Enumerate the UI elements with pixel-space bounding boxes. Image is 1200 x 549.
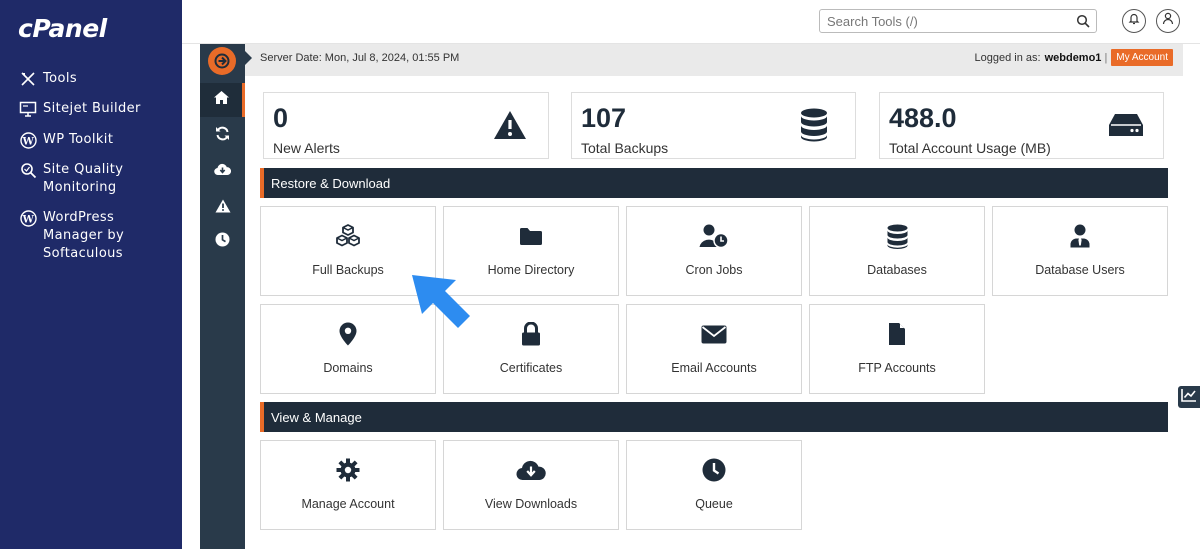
sidebar-item-label: WordPress Manager by Softaculous bbox=[43, 210, 125, 261]
folder-icon bbox=[519, 222, 543, 250]
tile-manage-account[interactable]: Manage Account bbox=[260, 440, 436, 530]
home-icon bbox=[213, 90, 230, 110]
navigation-rail bbox=[200, 44, 245, 549]
gear-icon bbox=[336, 456, 360, 484]
user-menu-button[interactable] bbox=[1156, 9, 1180, 33]
database-icon bbox=[887, 222, 908, 250]
sidebar-item-wp-toolkit[interactable]: W WP Toolkit bbox=[18, 131, 173, 149]
main-sidebar: cPanel Tools Sitejet Builder W WP Toolki… bbox=[0, 0, 182, 549]
logged-in-label: Logged in as: bbox=[974, 51, 1041, 64]
tile-label: Database Users bbox=[1035, 263, 1125, 277]
stat-value: 107 bbox=[581, 103, 627, 133]
rail-alerts[interactable] bbox=[200, 191, 245, 225]
database-icon bbox=[796, 107, 832, 143]
tile-label: Databases bbox=[867, 263, 927, 277]
sidebar-item-label: Sitejet Builder bbox=[43, 101, 141, 116]
sidebar-item-wordpress-manager[interactable]: W WordPress Manager by Softaculous bbox=[18, 209, 178, 263]
tile-cron-jobs[interactable]: Cron Jobs bbox=[626, 206, 802, 296]
sync-icon bbox=[215, 126, 230, 146]
stat-card-alerts[interactable]: 0 New Alerts bbox=[263, 92, 549, 159]
search-box[interactable] bbox=[819, 9, 1097, 33]
warning-icon bbox=[215, 199, 231, 218]
search-icon[interactable] bbox=[1070, 10, 1096, 32]
tile-view-downloads[interactable]: View Downloads bbox=[443, 440, 619, 530]
svg-text:W: W bbox=[21, 214, 34, 225]
tile-label: Queue bbox=[695, 497, 733, 511]
envelope-icon bbox=[701, 320, 727, 348]
notifications-button[interactable] bbox=[1122, 9, 1146, 33]
tile-ftp-accounts[interactable]: FTP Accounts bbox=[809, 304, 985, 394]
rail-pointer bbox=[245, 51, 252, 65]
sidebar-item-label: WP Toolkit bbox=[43, 132, 114, 147]
tools-icon bbox=[18, 70, 38, 88]
hard-drive-icon bbox=[1106, 107, 1146, 143]
tile-database-users[interactable]: Database Users bbox=[992, 206, 1168, 296]
rail-sync[interactable] bbox=[200, 119, 245, 153]
logged-in-info: Logged in as: webdemo1 | My Account bbox=[975, 49, 1173, 66]
user-clock-icon bbox=[699, 222, 729, 250]
wordpress-icon: W bbox=[18, 131, 38, 149]
rail-queue[interactable] bbox=[200, 225, 245, 259]
wordpress-icon: W bbox=[18, 209, 38, 227]
section-header-manage: View & Manage bbox=[260, 402, 1168, 432]
tile-databases[interactable]: Databases bbox=[809, 206, 985, 296]
sidebar-item-label: Site Quality Monitoring bbox=[43, 162, 124, 195]
stat-label: Total Backups bbox=[581, 140, 669, 156]
clock-icon bbox=[215, 232, 230, 252]
tile-label: Full Backups bbox=[312, 263, 384, 277]
sidebar-item-sitejet-builder[interactable]: Sitejet Builder bbox=[18, 100, 173, 118]
info-bar: Server Date: Mon, Jul 8, 2024, 01:55 PM … bbox=[245, 44, 1183, 76]
cloud-download-icon bbox=[214, 163, 232, 181]
rail-home[interactable] bbox=[200, 83, 245, 117]
username: webdemo1 bbox=[1044, 51, 1102, 64]
svg-text:W: W bbox=[21, 136, 34, 147]
tile-label: Cron Jobs bbox=[685, 263, 743, 277]
stat-card-usage[interactable]: 488.0 Total Account Usage (MB) bbox=[879, 92, 1164, 159]
my-account-button[interactable]: My Account bbox=[1111, 49, 1173, 66]
search-input[interactable] bbox=[820, 10, 1070, 32]
sidebar-item-site-quality-monitoring[interactable]: Site Quality Monitoring bbox=[18, 161, 173, 197]
magnifier-icon bbox=[18, 161, 38, 179]
map-marker-icon bbox=[339, 320, 357, 348]
rail-download[interactable] bbox=[200, 155, 245, 189]
tile-label: Manage Account bbox=[301, 497, 395, 511]
stat-value: 488.0 bbox=[889, 103, 957, 133]
plugin-logo[interactable] bbox=[208, 47, 236, 75]
pointer-arrow-icon bbox=[408, 272, 472, 337]
monitor-icon bbox=[18, 100, 38, 118]
warning-icon bbox=[492, 107, 528, 143]
user-icon bbox=[1162, 12, 1174, 30]
chart-side-button[interactable] bbox=[1178, 386, 1200, 408]
stat-label: New Alerts bbox=[273, 140, 340, 156]
lock-icon bbox=[521, 320, 541, 348]
sidebar-item-label: Tools bbox=[43, 71, 78, 86]
cpanel-logo[interactable]: cPanel bbox=[18, 14, 107, 43]
tile-queue[interactable]: Queue bbox=[626, 440, 802, 530]
chart-line-icon bbox=[1181, 388, 1197, 407]
tile-label: Domains bbox=[323, 361, 373, 375]
tile-label: Home Directory bbox=[487, 263, 575, 277]
cloud-download-icon bbox=[516, 456, 546, 484]
tile-label: Email Accounts bbox=[671, 361, 757, 375]
stat-card-backups[interactable]: 107 Total Backups bbox=[571, 92, 856, 159]
top-header bbox=[182, 0, 1200, 44]
boxes-icon bbox=[335, 222, 361, 250]
tile-label: FTP Accounts bbox=[858, 361, 936, 375]
file-icon bbox=[888, 320, 906, 348]
clock-icon bbox=[702, 456, 726, 484]
separator: | bbox=[1104, 51, 1108, 64]
user-tie-icon bbox=[1070, 222, 1090, 250]
sidebar-item-tools[interactable]: Tools bbox=[18, 70, 173, 88]
stat-label: Total Account Usage (MB) bbox=[889, 140, 1051, 156]
server-date: Server Date: Mon, Jul 8, 2024, 01:55 PM bbox=[260, 52, 460, 64]
tile-email-accounts[interactable]: Email Accounts bbox=[626, 304, 802, 394]
tile-label: Certificates bbox=[499, 361, 563, 375]
tile-label: View Downloads bbox=[484, 497, 578, 511]
section-header-restore: Restore & Download bbox=[260, 168, 1168, 198]
stat-value: 0 bbox=[273, 103, 289, 133]
bell-icon bbox=[1128, 12, 1140, 30]
